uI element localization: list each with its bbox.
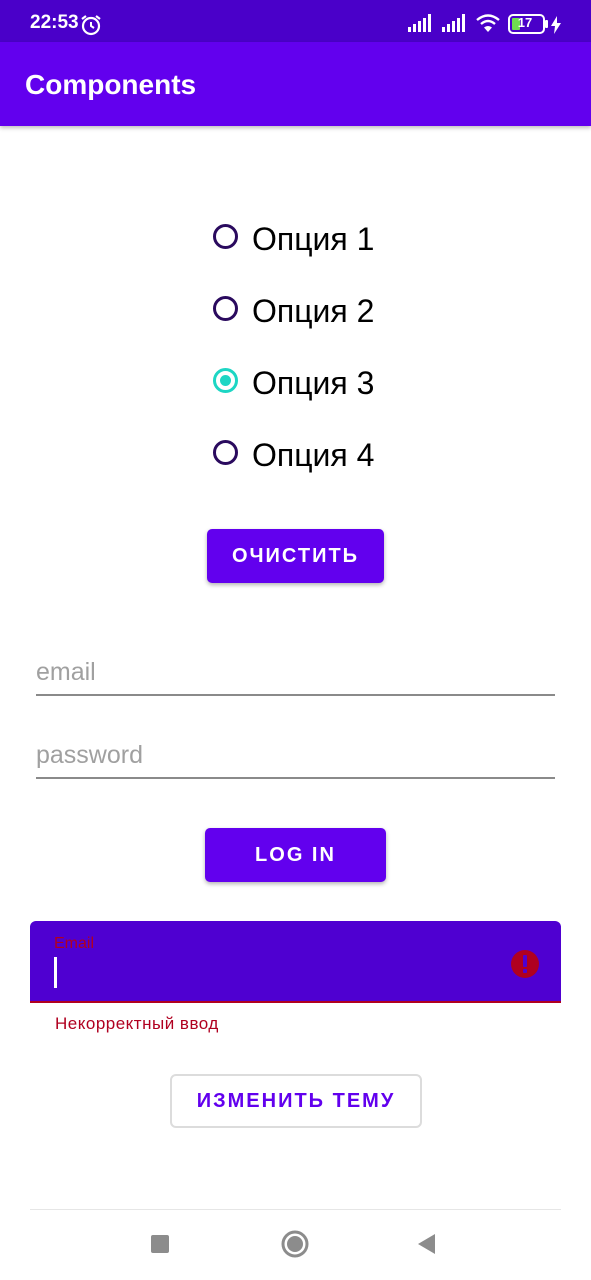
radio-button-checked-icon[interactable] (213, 368, 238, 393)
app-bar: Components (0, 42, 591, 126)
change-theme-button[interactable]: ИЗМЕНИТЬ ТЕМУ (170, 1074, 422, 1128)
back-icon[interactable] (408, 1226, 444, 1262)
alarm-icon (81, 15, 101, 36)
nav-divider (30, 1209, 561, 1210)
radio-option-2[interactable]: Опция 2 (210, 287, 430, 337)
home-icon[interactable] (277, 1226, 313, 1262)
radio-option-label: Опция 3 (252, 365, 375, 401)
recents-icon[interactable] (142, 1226, 178, 1262)
radio-button-icon[interactable] (213, 296, 238, 321)
status-bar: 22:53 17 (0, 0, 591, 42)
radio-option-label: Опция 2 (252, 293, 375, 329)
radio-option-label: Опция 4 (252, 437, 375, 473)
radio-button-icon[interactable] (213, 440, 238, 465)
email-error-helper-text: Некорректный ввод (55, 1014, 219, 1033)
error-icon (511, 950, 539, 978)
email-field[interactable] (36, 650, 555, 696)
signal-icon (442, 14, 465, 32)
battery-level: 17 (517, 15, 533, 30)
radio-option-1[interactable]: Опция 1 (210, 215, 430, 265)
email-error-field[interactable]: Email (30, 921, 561, 1003)
password-field[interactable] (36, 733, 555, 779)
radio-option-label: Опция 1 (252, 221, 375, 257)
signal-icon (408, 14, 431, 32)
radio-option-3[interactable]: Опция 3 (210, 359, 430, 409)
radio-button-icon[interactable] (213, 224, 238, 249)
text-cursor (54, 957, 57, 988)
charging-icon (551, 16, 561, 34)
login-button[interactable]: LOG IN (205, 828, 386, 882)
status-time: 22:53 (30, 12, 79, 33)
app-title: Components (25, 69, 197, 100)
radio-option-4[interactable]: Опция 4 (210, 431, 430, 481)
wifi-icon (476, 14, 500, 32)
clear-button[interactable]: ОЧИСТИТЬ (207, 529, 384, 583)
email-error-field-label: Email (54, 935, 95, 952)
